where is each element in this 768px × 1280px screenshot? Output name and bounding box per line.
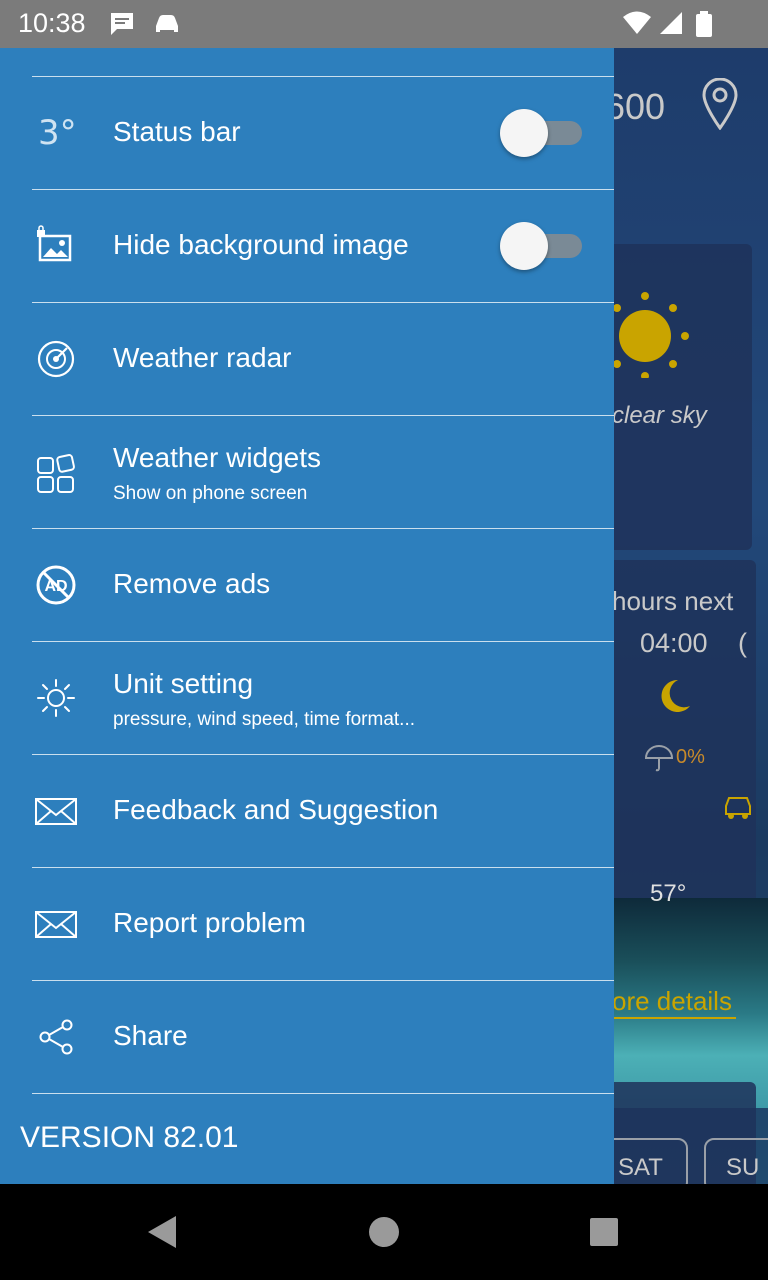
radar-icon	[37, 340, 75, 378]
gear-sun-icon	[37, 679, 75, 717]
forecast-title: hours next	[612, 586, 734, 616]
menu-label: Share	[113, 1020, 188, 1051]
umbrella-icon	[644, 745, 674, 772]
menu-item-report-problem[interactable]: Report problem	[0, 868, 614, 981]
menu-item-unit-setting[interactable]: Unit setting pressure, wind speed, time …	[0, 642, 614, 755]
car-icon	[725, 797, 751, 819]
signal-icon	[660, 12, 682, 34]
menu-item-remove-ads[interactable]: AD Remove ads	[0, 529, 614, 642]
system-nav-bar	[0, 1184, 768, 1280]
widgets-icon	[37, 454, 75, 493]
day-tab-sun[interactable]: SU	[704, 1138, 768, 1184]
header-value: 600	[605, 86, 666, 127]
menu-label: Report problem	[113, 907, 306, 938]
sun-icon	[613, 292, 689, 378]
more-details-link[interactable]: ore details	[612, 986, 736, 1019]
status-bar: 10:38	[0, 0, 768, 48]
moon-icon	[661, 679, 690, 712]
menu-sublabel: Show on phone screen	[113, 483, 308, 504]
menu-label: Weather radar	[113, 342, 292, 373]
menu-label: Remove ads	[113, 568, 271, 599]
menu-label: Hide background image	[113, 229, 409, 260]
hide-background-toggle[interactable]	[500, 220, 584, 270]
menu-item-share[interactable]: Share	[0, 981, 614, 1094]
envelope-icon	[35, 798, 77, 825]
location-pin-icon[interactable]	[700, 78, 740, 130]
status-bar-toggle[interactable]	[500, 107, 584, 157]
home-button[interactable]	[366, 1212, 402, 1252]
forecast-time: 04:00	[640, 628, 708, 658]
precip-value: 0%	[676, 746, 705, 768]
back-button[interactable]	[144, 1212, 180, 1252]
share-icon	[39, 1019, 73, 1055]
menu-item-hide-background[interactable]: Hide background image	[0, 190, 614, 303]
menu-sublabel: pressure, wind speed, time format...	[113, 709, 416, 730]
car-icon	[156, 15, 178, 32]
menu-item-weather-radar[interactable]: Weather radar	[0, 303, 614, 416]
temp-value: 57°	[650, 880, 687, 907]
menu-label: Feedback and Suggestion	[113, 794, 439, 825]
menu-label: Status bar	[113, 116, 241, 147]
message-icon	[111, 13, 133, 35]
envelope-icon	[35, 911, 77, 938]
version-label: VERSION 82.01	[20, 1121, 239, 1154]
menu-item-weather-widgets[interactable]: Weather widgets Show on phone screen	[0, 416, 614, 529]
image-lock-icon	[37, 225, 72, 262]
navigation-drawer: 3° Status bar Hide background image Weat…	[0, 48, 614, 1184]
menu-label: Unit setting	[113, 668, 254, 699]
condition-text: clear sky	[612, 402, 707, 429]
menu-label: Weather widgets	[113, 442, 322, 473]
menu-item-status-bar[interactable]: 3° Status bar	[0, 77, 614, 190]
wifi-icon	[623, 11, 651, 34]
clock: 10:38	[18, 8, 86, 38]
menu-item-feedback[interactable]: Feedback and Suggestion	[0, 755, 614, 868]
no-ads-icon: AD	[36, 565, 76, 605]
recents-button[interactable]	[588, 1212, 620, 1252]
temperature-3-icon: 3°	[38, 113, 77, 153]
battery-icon	[696, 11, 712, 37]
